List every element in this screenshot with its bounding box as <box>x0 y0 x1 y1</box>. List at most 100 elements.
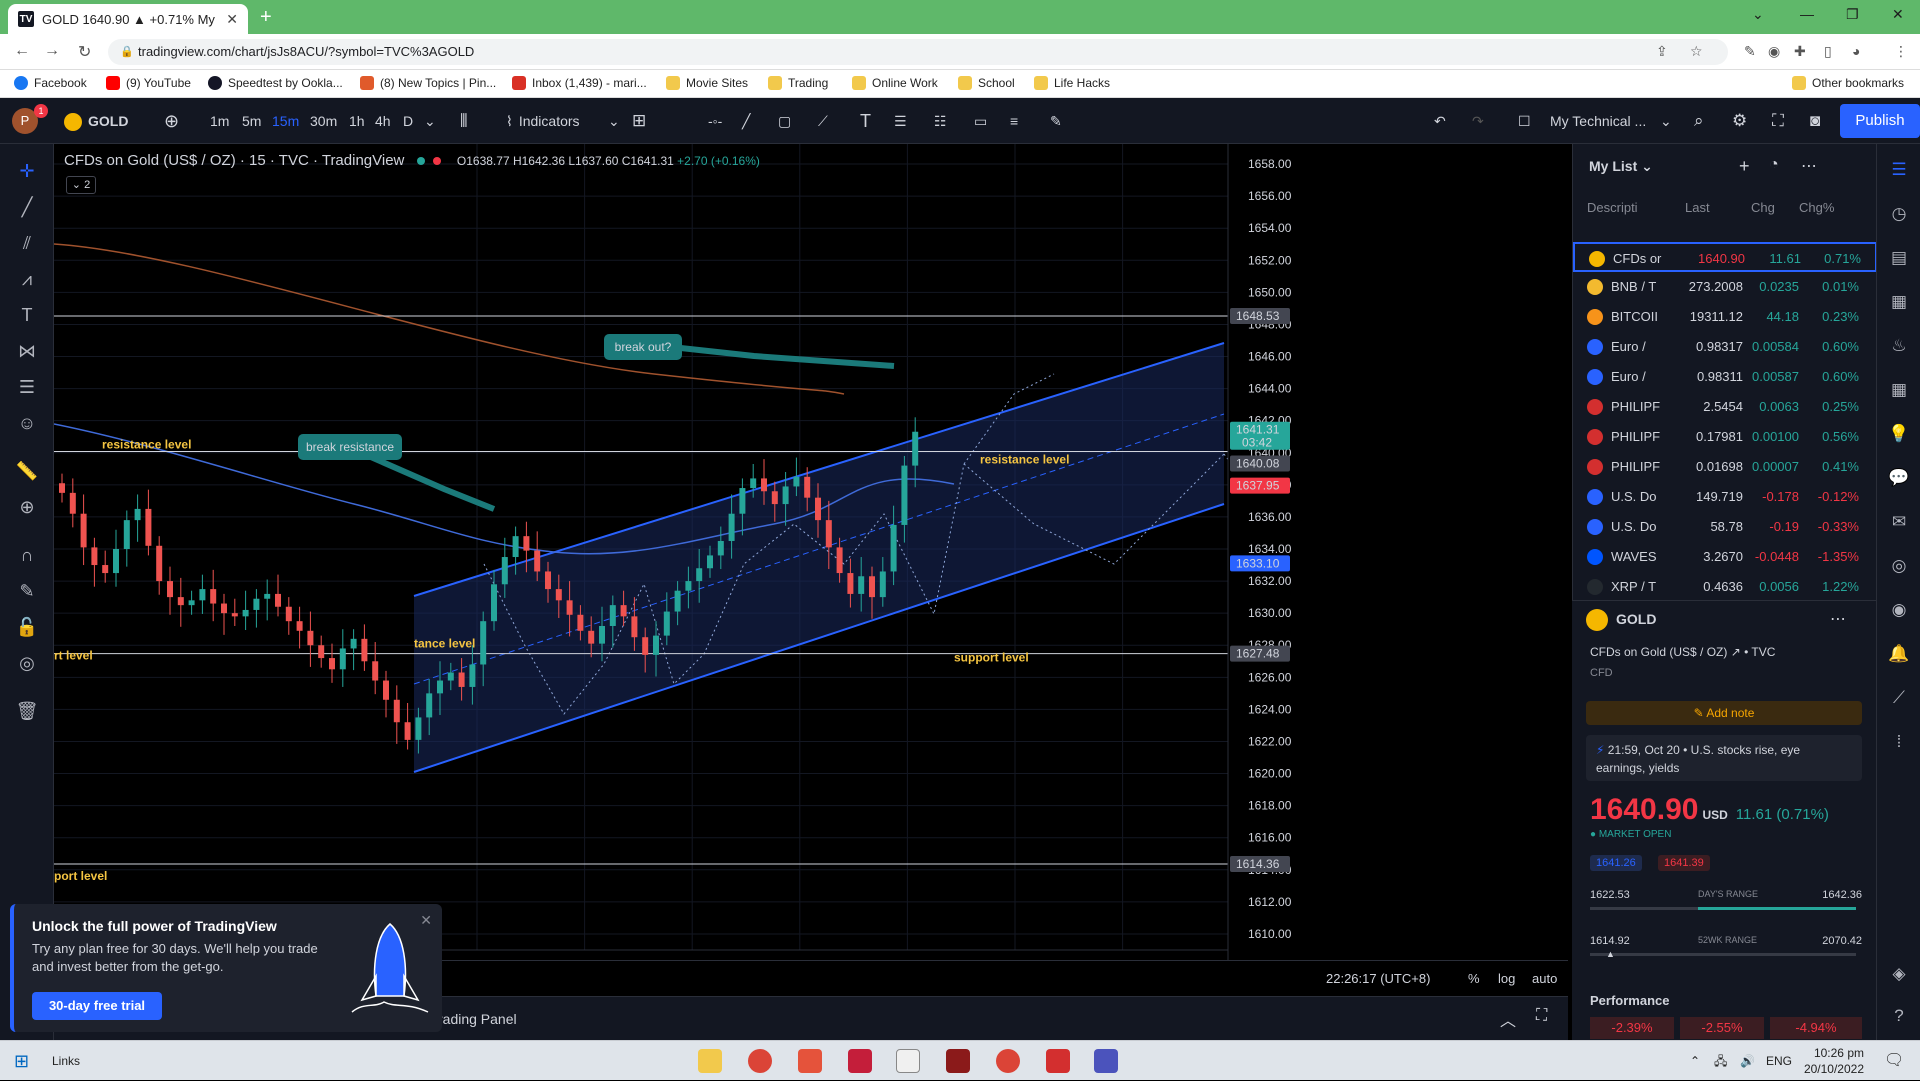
watchlist-row[interactable]: PHILIPF 0.01698 0.00007 0.41% <box>1573 452 1877 482</box>
calculator-icon[interactable] <box>896 1049 920 1073</box>
help-icon[interactable]: ? <box>1887 1004 1911 1028</box>
chevron-up-icon[interactable]: ︿ <box>1500 1007 1516 1031</box>
details-symbol[interactable]: GOLD <box>1616 611 1656 627</box>
tray-chevron-icon[interactable]: ⌃ <box>1690 1041 1700 1081</box>
maximize-panel-icon[interactable]: ⛶ <box>1536 1007 1547 1025</box>
bookmark-star-icon[interactable]: ☆ <box>1690 43 1703 60</box>
ideas-bulb-icon[interactable]: 💡 <box>1887 422 1911 446</box>
reload-icon[interactable]: ↻ <box>78 42 91 62</box>
bookmark-life-hacks[interactable]: Life Hacks <box>1034 76 1110 90</box>
undo-icon[interactable]: ↶ <box>1434 98 1446 144</box>
data-window-icon[interactable]: ▤ <box>1887 246 1911 270</box>
lines-tool-icon[interactable]: ≡ <box>1010 98 1018 144</box>
log-scale-button[interactable]: log <box>1498 971 1515 986</box>
layout-checkbox-icon[interactable]: ☐ <box>1518 98 1531 144</box>
extensions-puzzle-icon[interactable]: ✚ <box>1794 43 1806 60</box>
compare-symbol-icon[interactable]: ⊕ <box>164 98 179 144</box>
magnet-icon[interactable]: ∩ <box>14 542 40 568</box>
watchlist-row[interactable]: BITCOII 19311.12 44.18 0.23% <box>1573 302 1877 332</box>
volume-icon[interactable]: 🔊 <box>1740 1041 1755 1081</box>
file-explorer-icon[interactable] <box>698 1049 722 1073</box>
streams-icon[interactable]: ◎ <box>1887 554 1911 578</box>
templates-grid-icon[interactable]: ⊞ <box>632 98 646 144</box>
interval-15m[interactable]: 15m <box>272 98 299 144</box>
close-window-icon[interactable]: ✕ <box>1892 6 1904 23</box>
new-tab-icon[interactable]: + <box>260 6 272 29</box>
fib-tool-icon[interactable]: ☰ <box>894 98 907 144</box>
watchlist-row[interactable]: BNB / T 273.2008 0.0235 0.01% <box>1573 272 1877 302</box>
bookmark-school[interactable]: School <box>958 76 1015 90</box>
network-icon[interactable]: 🖧 <box>1714 1041 1727 1081</box>
interval-4h[interactable]: 4h <box>375 98 391 144</box>
news-icon[interactable]: ▦ <box>1887 290 1911 314</box>
watchlist-row[interactable]: U.S. Do 58.78 -0.19 -0.33% <box>1573 512 1877 542</box>
taskbar-links[interactable]: Links <box>52 1041 80 1081</box>
add-symbol-icon[interactable]: + <box>1739 156 1750 177</box>
watchlist-row[interactable]: PHILIPF 2.5454 0.0063 0.25% <box>1573 392 1877 422</box>
zoom-icon[interactable]: ⊕ <box>14 494 40 520</box>
header-last[interactable]: Last <box>1685 200 1710 215</box>
bookmark-online-work[interactable]: Online Work <box>852 76 938 90</box>
rectangle-tool-icon[interactable]: ▢ <box>778 98 791 144</box>
interval-5m[interactable]: 5m <box>242 98 261 144</box>
url-input[interactable]: 🔒 tradingview.com/chart/jsJs8ACU/?symbol… <box>108 39 1728 65</box>
horizontal-line-tool-icon[interactable]: -◦- <box>708 98 722 144</box>
extension-icon[interactable]: ✎ <box>1744 43 1756 60</box>
candle-style-icon[interactable]: ⫴ <box>460 98 468 144</box>
windows-start-icon[interactable]: ⊞ <box>14 1051 29 1072</box>
ruler-icon[interactable]: 📏 <box>14 458 40 484</box>
bookmark-movie-sites[interactable]: Movie Sites <box>666 76 748 90</box>
camera-icon[interactable]: ◙ <box>1810 98 1820 144</box>
bookmark-other[interactable]: Other bookmarks <box>1792 76 1904 90</box>
watchlist-icon[interactable]: ☰ <box>1887 158 1911 182</box>
forecast-icon[interactable]: ☰ <box>14 374 40 400</box>
watchlist-row[interactable]: XRP / T 0.4636 0.0056 1.22% <box>1573 572 1877 602</box>
alerts-clock-icon[interactable]: ◷ <box>1887 202 1911 226</box>
details-more-icon[interactable]: ⋯ <box>1830 609 1846 629</box>
watchlist-title[interactable]: My List ⌄ <box>1589 158 1653 175</box>
auto-scale-button[interactable]: auto <box>1532 971 1557 986</box>
language-indicator[interactable]: ENG <box>1766 1041 1792 1081</box>
browser-tab[interactable]: TV GOLD 1640.90 ▲ +0.71% My Tec ✕ <box>8 4 248 34</box>
lock-drawings-icon[interactable]: 🔓 <box>14 614 40 640</box>
header-chg-pct[interactable]: Chg% <box>1799 200 1834 215</box>
header-description[interactable]: Descripti <box>1587 200 1638 215</box>
notifications-center-icon[interactable]: 🗨 <box>1884 1041 1904 1081</box>
bookmark-facebook[interactable]: Facebook <box>14 76 87 90</box>
broadcast-icon[interactable]: ◉ <box>1887 598 1911 622</box>
percent-scale-button[interactable]: % <box>1468 971 1480 986</box>
bookmark-youtube[interactable]: (9) YouTube <box>106 76 191 90</box>
pattern-xabcd-icon[interactable]: ⋈ <box>14 338 40 364</box>
close-tab-icon[interactable]: ✕ <box>226 11 238 28</box>
calendar-icon[interactable]: ▦ <box>1887 378 1911 402</box>
trend-line-icon[interactable]: ╱ <box>14 194 40 220</box>
search-icon[interactable]: ⌕ <box>1694 98 1704 144</box>
more-options-icon[interactable]: ⋯ <box>1801 156 1817 176</box>
forward-icon[interactable]: → <box>44 42 60 60</box>
teams-icon[interactable] <box>1094 1049 1118 1073</box>
interval-1h[interactable]: 1h <box>349 98 365 144</box>
watchlist-alerts-icon[interactable]: ◔ <box>1769 156 1779 174</box>
back-icon[interactable]: ← <box>14 42 30 60</box>
messages-icon[interactable]: ✉ <box>1887 510 1911 534</box>
bookmark-new-topics[interactable]: (8) New Topics | Pin... <box>360 76 496 90</box>
brush-tool-icon[interactable]: ✎ <box>1050 98 1062 144</box>
trash-icon[interactable]: 🗑 <box>14 698 40 724</box>
publish-button[interactable]: Publish <box>1840 104 1920 138</box>
share-icon[interactable]: ⇪ <box>1656 43 1668 60</box>
hotlist-icon[interactable]: ♨ <box>1887 334 1911 358</box>
bookmark-trading[interactable]: Trading <box>768 76 828 90</box>
perf-1m[interactable]: -2.55% <box>1680 1017 1764 1039</box>
notifications-bell-icon[interactable]: 🔔 <box>1887 642 1911 666</box>
legend-collapse-button[interactable]: ⌄ 2 <box>66 176 96 194</box>
layout-name[interactable]: My Technical ... <box>1550 98 1646 144</box>
text-tool-icon[interactable]: T <box>860 98 871 144</box>
watchlist-row[interactable]: WAVES 3.2670 -0.0448 -1.35% <box>1573 542 1877 572</box>
maximize-icon[interactable]: ❐ <box>1846 6 1859 23</box>
pdf-reader-icon[interactable] <box>1046 1049 1070 1073</box>
news-headline[interactable]: ⚡ 21:59, Oct 20 • U.S. stocks rise, eye … <box>1586 735 1862 781</box>
chat-icon[interactable]: 💬 <box>1887 466 1911 490</box>
layers-icon[interactable]: ◈ <box>1887 962 1911 986</box>
system-clock[interactable]: 10:26 pm 20/10/2022 <box>1804 1045 1864 1077</box>
menu-kebab-icon[interactable]: ⋮ <box>1894 43 1908 60</box>
